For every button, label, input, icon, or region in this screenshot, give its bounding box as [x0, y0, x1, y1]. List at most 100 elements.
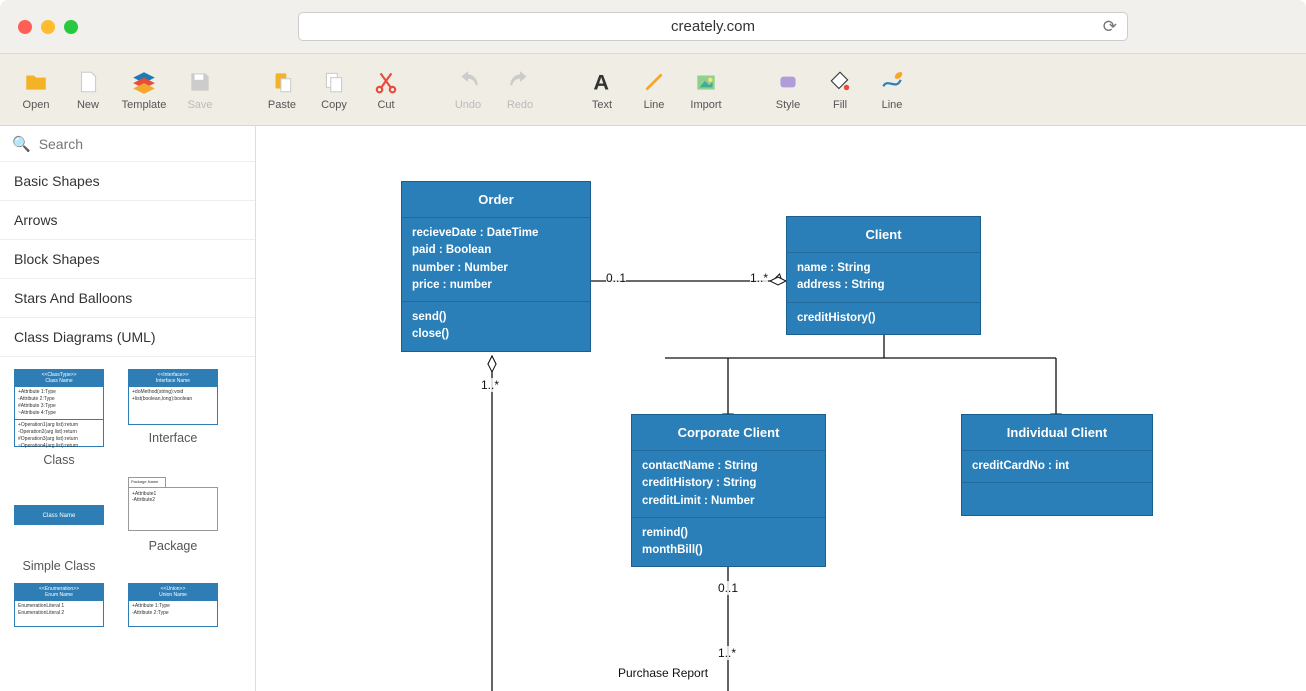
- undo-icon: [455, 68, 481, 96]
- class-title: Client: [787, 217, 980, 253]
- line-icon: [641, 68, 667, 96]
- style-button[interactable]: Style: [762, 68, 814, 111]
- class-member: monthBill(): [642, 542, 815, 559]
- minimize-window-button[interactable]: [41, 20, 55, 34]
- paste-icon: [269, 68, 295, 96]
- save-button[interactable]: Save: [174, 68, 226, 111]
- class-member: price : number: [412, 277, 580, 294]
- class-member: name : String: [797, 260, 970, 277]
- category-item[interactable]: Stars And Balloons: [0, 279, 255, 318]
- shape-label: Package: [149, 539, 198, 553]
- multiplicity-label: 1..*: [718, 646, 736, 660]
- diagram-canvas[interactable]: Order recieveDate : DateTimepaid : Boole…: [256, 126, 1306, 691]
- app-toolbar: Open New Template Save Paste Copy Cut Undo Redo A…: [0, 54, 1306, 126]
- svg-text:A: A: [593, 70, 609, 95]
- maximize-window-button[interactable]: [64, 20, 78, 34]
- copy-button[interactable]: Copy: [308, 68, 360, 111]
- line-button[interactable]: Line: [628, 68, 680, 111]
- class-member: creditLimit : Number: [642, 493, 815, 510]
- tool-label: Save: [187, 99, 212, 111]
- class-member: paid : Boolean: [412, 242, 580, 259]
- tool-label: Line: [644, 99, 665, 111]
- line2-icon: [879, 68, 905, 96]
- import-button[interactable]: Import: [680, 68, 732, 111]
- style-icon: [775, 68, 801, 96]
- multiplicity-label: 0..1: [606, 271, 626, 285]
- multiplicity-label: 0..1: [718, 581, 738, 595]
- shape-label: Class: [43, 453, 74, 467]
- class-title: Order: [402, 182, 590, 218]
- new-button[interactable]: New: [62, 68, 114, 111]
- class-member: creditCardNo : int: [972, 458, 1142, 475]
- shape-union[interactable]: <<Union>>Union Name +Attribute 1:Type-At…: [124, 583, 222, 627]
- reload-icon[interactable]: ⟳: [1103, 17, 1117, 37]
- shape-label: Interface: [149, 431, 198, 445]
- category-item[interactable]: Basic Shapes: [0, 162, 255, 201]
- class-member: close(): [412, 326, 580, 343]
- class-member: send(): [412, 309, 580, 326]
- category-item[interactable]: Block Shapes: [0, 240, 255, 279]
- cut-button[interactable]: Cut: [360, 68, 412, 111]
- class-title: Individual Client: [962, 415, 1152, 451]
- shape-simple-class[interactable]: Class Name Simple Class: [10, 477, 108, 573]
- shape-sidebar: 🔍 Basic ShapesArrowsBlock ShapesStars An…: [0, 126, 256, 691]
- tool-label: Text: [592, 99, 612, 111]
- import-icon: [693, 68, 719, 96]
- tool-label: Open: [23, 99, 50, 111]
- tool-label: Line: [882, 99, 903, 111]
- shape-search-row: 🔍: [0, 126, 255, 162]
- cut-icon: [373, 68, 399, 96]
- template-icon: [131, 68, 157, 96]
- class-member: remind(): [642, 525, 815, 542]
- uml-class-client[interactable]: Client name : Stringaddress : String cre…: [786, 216, 981, 335]
- save-icon: [187, 68, 213, 96]
- line2-button[interactable]: Line: [866, 68, 918, 111]
- redo-button[interactable]: Redo: [494, 68, 546, 111]
- class-member: creditHistory : String: [642, 475, 815, 492]
- category-item[interactable]: Arrows: [0, 201, 255, 240]
- multiplicity-label: 1..*: [750, 271, 768, 285]
- uml-class-individual[interactable]: Individual Client creditCardNo : int: [961, 414, 1153, 516]
- open-button[interactable]: Open: [10, 68, 62, 111]
- template-button[interactable]: Template: [114, 68, 174, 111]
- class-member: address : String: [797, 277, 970, 294]
- category-item[interactable]: Class Diagrams (UML): [0, 318, 255, 357]
- browser-titlebar: creately.com ⟳: [0, 0, 1306, 54]
- tool-label: Cut: [377, 99, 394, 111]
- class-member: number : Number: [412, 260, 580, 277]
- shape-class[interactable]: <<ClassType>>Class Name +Attribute 1:Typ…: [10, 369, 108, 467]
- text-icon: A: [589, 68, 615, 96]
- tool-label: Redo: [507, 99, 533, 111]
- tool-label: Fill: [833, 99, 847, 111]
- tool-label: Paste: [268, 99, 296, 111]
- redo-icon: [507, 68, 533, 96]
- tool-label: Template: [122, 99, 167, 111]
- paste-button[interactable]: Paste: [256, 68, 308, 111]
- search-icon: 🔍: [12, 135, 31, 153]
- open-icon: [23, 68, 49, 96]
- tool-label: New: [77, 99, 99, 111]
- url-bar[interactable]: creately.com ⟳: [298, 12, 1128, 41]
- undo-button[interactable]: Undo: [442, 68, 494, 111]
- fill-button[interactable]: Fill: [814, 68, 866, 111]
- connector-label: Purchase Report: [618, 666, 708, 680]
- class-member: contactName : String: [642, 458, 815, 475]
- uml-class-order[interactable]: Order recieveDate : DateTimepaid : Boole…: [401, 181, 591, 352]
- class-member: recieveDate : DateTime: [412, 225, 580, 242]
- shape-search-input[interactable]: [39, 136, 243, 152]
- shape-palette: <<ClassType>>Class Name +Attribute 1:Typ…: [0, 357, 255, 639]
- text-button[interactable]: A Text: [576, 68, 628, 111]
- new-icon: [75, 68, 101, 96]
- fill-icon: [827, 68, 853, 96]
- shape-label: Simple Class: [23, 559, 96, 573]
- url-text: creately.com: [671, 18, 755, 35]
- uml-class-corporate[interactable]: Corporate Client contactName : Stringcre…: [631, 414, 826, 567]
- multiplicity-label: 1..*: [481, 378, 499, 392]
- shape-enum[interactable]: <<Enumeration>>Enum Name EnumerationLite…: [10, 583, 108, 627]
- shape-interface[interactable]: <<Interface>>Interface Name +doMethod(st…: [124, 369, 222, 467]
- tool-label: Import: [690, 99, 721, 111]
- window-controls: [18, 20, 78, 34]
- class-member: creditHistory(): [797, 310, 970, 327]
- close-window-button[interactable]: [18, 20, 32, 34]
- shape-package[interactable]: Package Name +Attribute1-Attribute2 Pack…: [124, 477, 222, 573]
